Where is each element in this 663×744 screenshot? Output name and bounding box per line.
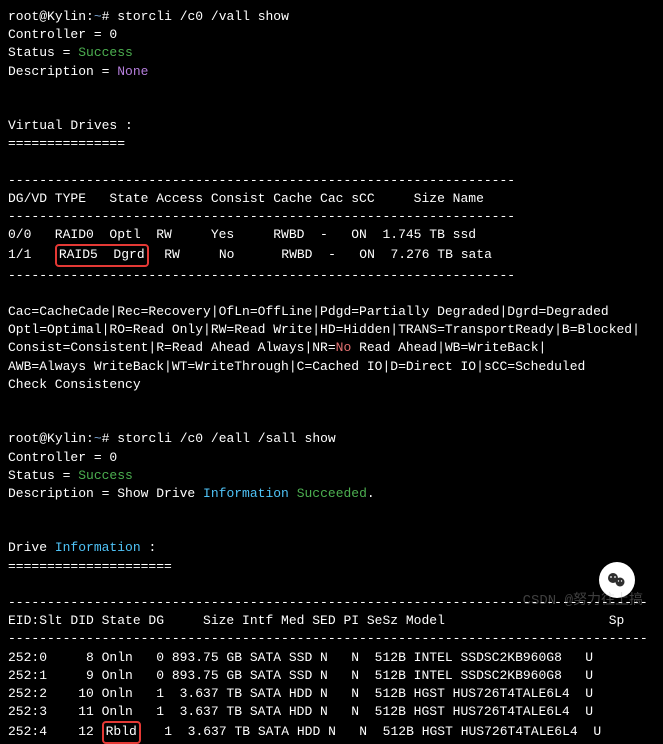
vd-header: DG/VD TYPE State Access Consist Cache Ca… (8, 190, 655, 208)
desc-line-1: Description = None (8, 63, 655, 81)
command-1: storcli /c0 /vall show (117, 9, 289, 24)
vd-row-1: 1/1 RAID5 Dgrd RW No RWBD - ON 7.276 TB … (8, 244, 655, 266)
prompt-path: ~ (94, 431, 102, 446)
status-line-1: Status = Success (8, 44, 655, 62)
drives-header: EID:Slt DID State DG Size Intf Med SED P… (8, 612, 655, 630)
legend-1: Cac=CacheCade|Rec=Recovery|OfLn=OffLine|… (8, 303, 655, 321)
controller-line-1: Controller = 0 (8, 26, 655, 44)
status-value: Success (78, 45, 133, 60)
legend-2: Optl=Optimal|RO=Read Only|RW=Read Write|… (8, 321, 655, 339)
vd-divider-mid: ----------------------------------------… (8, 208, 655, 226)
legend-3: Consist=Consistent|R=Read Ahead Always|N… (8, 339, 655, 357)
rbld-highlight: Rbld (102, 721, 141, 743)
status-value: Success (78, 468, 133, 483)
desc-value: None (117, 64, 148, 79)
drive-row-3: 252:3 11 Onln 1 3.637 TB SATA HDD N N 51… (8, 703, 655, 721)
watermark: CSDN @努力往上搞 (523, 592, 643, 612)
terminal-output: root@Kylin:~# storcli /c0 /vall show Con… (8, 8, 655, 744)
drives-divider-mid: ----------------------------------------… (8, 630, 655, 648)
raid5-dgrd-highlight: RAID5 Dgrd (55, 244, 149, 266)
drive-row-2: 252:2 10 Onln 1 3.637 TB SATA HDD N N 51… (8, 685, 655, 703)
succeeded-word: Succeeded (297, 486, 367, 501)
legend-4: AWB=Always WriteBack|WT=WriteThrough|C=C… (8, 358, 655, 376)
prompt-host: Kylin (47, 9, 86, 24)
vdrives-sep: =============== (8, 135, 655, 153)
drive-row-4: 252:4 12 Rbld 1 3.637 TB SATA HDD N N 51… (8, 721, 655, 743)
info-word: Information (203, 486, 289, 501)
drives-sep: ===================== (8, 558, 655, 576)
drives-title: Drive Information : (8, 539, 655, 557)
prompt-user: root (8, 431, 39, 446)
vd-row-0: 0/0 RAID0 Optl RW Yes RWBD - ON 1.745 TB… (8, 226, 655, 244)
prompt-user: root (8, 9, 39, 24)
drive-row-0: 252:0 8 Onln 0 893.75 GB SATA SSD N N 51… (8, 649, 655, 667)
vdrives-title: Virtual Drives : (8, 117, 655, 135)
no-highlight: No (336, 340, 352, 355)
legend-5: Check Consistency (8, 376, 655, 394)
vd-divider-top: ----------------------------------------… (8, 172, 655, 190)
prompt-path: ~ (94, 9, 102, 24)
controller-line-2: Controller = 0 (8, 449, 655, 467)
vd-divider-bot: ----------------------------------------… (8, 267, 655, 285)
prompt-line-1: root@Kylin:~# storcli /c0 /vall show (8, 8, 655, 26)
info-word: Information (55, 540, 141, 555)
desc-line-2: Description = Show Drive Information Suc… (8, 485, 655, 503)
command-2: storcli /c0 /eall /sall show (117, 431, 335, 446)
status-line-2: Status = Success (8, 467, 655, 485)
prompt-line-2: root@Kylin:~# storcli /c0 /eall /sall sh… (8, 430, 655, 448)
drive-row-1: 252:1 9 Onln 0 893.75 GB SATA SSD N N 51… (8, 667, 655, 685)
prompt-host: Kylin (47, 431, 86, 446)
